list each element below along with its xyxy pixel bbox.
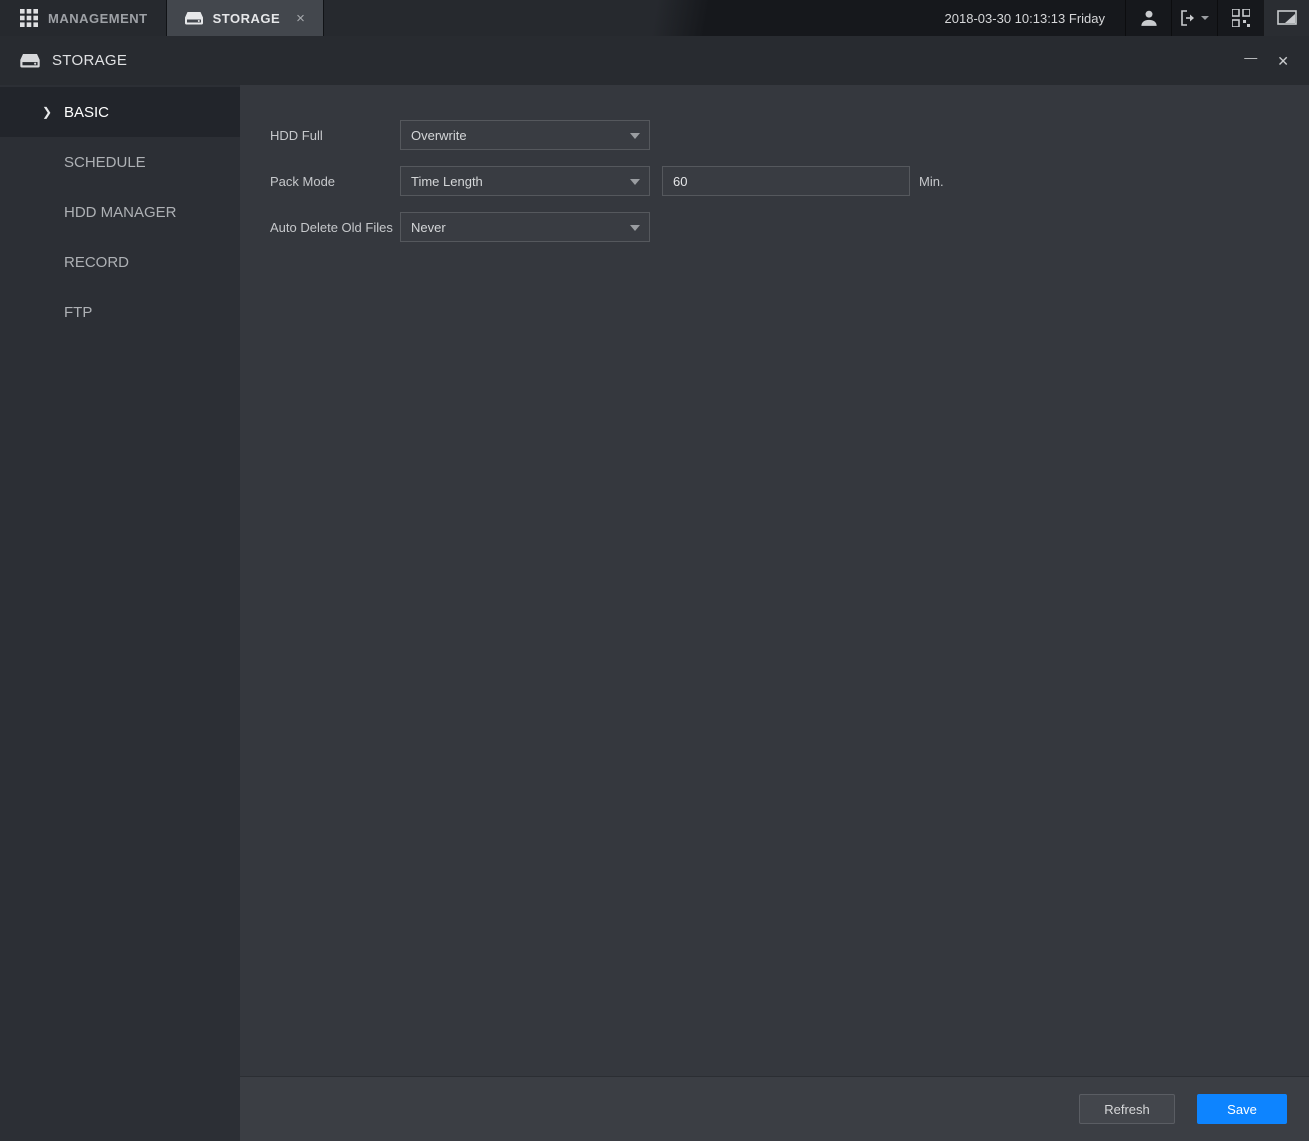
user-icon	[1140, 9, 1158, 27]
window-titlebar: STORAGE — ✕	[0, 36, 1309, 85]
sidebar-item-label: RECORD	[64, 254, 129, 271]
sidebar-item-label: HDD MANAGER	[64, 204, 177, 221]
storage-window-icon	[20, 54, 40, 68]
pack-length-input[interactable]	[662, 166, 910, 196]
footer-bar: Refresh Save	[240, 1076, 1309, 1141]
display-settings-button[interactable]	[1263, 0, 1309, 36]
storage-drive-icon	[185, 12, 203, 25]
minimize-icon[interactable]: —	[1244, 51, 1257, 64]
sidebar-item-hdd-manager[interactable]: HDD MANAGER	[0, 187, 240, 237]
auto-delete-value: Never	[411, 220, 446, 235]
window-body: ❯ BASIC SCHEDULE HDD MANAGER RECORD FTP …	[0, 85, 1309, 1141]
system-datetime: 2018-03-30 10:13:13 Friday	[925, 11, 1125, 26]
qr-code-icon	[1232, 9, 1250, 27]
sidebar-item-ftp[interactable]: FTP	[0, 287, 240, 337]
hdd-full-label: HDD Full	[270, 128, 400, 143]
chevron-down-icon	[630, 133, 640, 139]
topbar-right: 2018-03-30 10:13:13 Friday	[925, 0, 1309, 36]
sidebar-item-basic[interactable]: ❯ BASIC	[0, 87, 240, 137]
active-arrow-icon: ❯	[42, 105, 52, 119]
auto-delete-dropdown[interactable]: Never	[400, 212, 650, 242]
pack-length-unit: Min.	[919, 174, 944, 189]
system-topbar: MANAGEMENT STORAGE × 2018-03-30 10:13:13…	[0, 0, 1309, 36]
qr-code-button[interactable]	[1217, 0, 1263, 36]
close-icon[interactable]: ✕	[1277, 54, 1289, 68]
sidebar-item-label: BASIC	[64, 104, 109, 121]
sidebar-item-label: FTP	[64, 304, 92, 321]
main-panel: HDD Full Overwrite Pack Mode Time Length…	[240, 85, 1309, 1141]
sidebar: ❯ BASIC SCHEDULE HDD MANAGER RECORD FTP	[0, 85, 240, 1141]
logout-icon	[1180, 10, 1198, 26]
auto-delete-label: Auto Delete Old Files	[270, 220, 400, 235]
window-controls: — ✕	[1244, 54, 1289, 68]
user-account-button[interactable]	[1125, 0, 1171, 36]
basic-storage-form: HDD Full Overwrite Pack Mode Time Length…	[240, 85, 1309, 242]
pack-mode-dropdown[interactable]: Time Length	[400, 166, 650, 196]
chevron-down-icon	[630, 225, 640, 231]
refresh-button[interactable]: Refresh	[1079, 1094, 1175, 1124]
auto-delete-row: Auto Delete Old Files Never	[270, 212, 1309, 242]
display-icon	[1277, 10, 1297, 26]
chevron-down-icon	[630, 179, 640, 185]
tab-close-icon[interactable]: ×	[296, 11, 305, 26]
tab-storage-label: STORAGE	[213, 11, 281, 26]
logout-dropdown-caret-icon	[1201, 16, 1209, 20]
hdd-full-row: HDD Full Overwrite	[270, 120, 1309, 150]
grid-menu-icon	[20, 9, 38, 27]
window-title: STORAGE	[52, 52, 127, 69]
tab-storage[interactable]: STORAGE ×	[166, 0, 325, 36]
sidebar-item-label: SCHEDULE	[64, 154, 146, 171]
save-button[interactable]: Save	[1197, 1094, 1287, 1124]
hdd-full-dropdown[interactable]: Overwrite	[400, 120, 650, 150]
pack-mode-label: Pack Mode	[270, 174, 400, 189]
tab-management[interactable]: MANAGEMENT	[0, 0, 166, 36]
pack-mode-row: Pack Mode Time Length Min.	[270, 166, 1309, 196]
logout-button[interactable]	[1171, 0, 1217, 36]
sidebar-item-schedule[interactable]: SCHEDULE	[0, 137, 240, 187]
hdd-full-value: Overwrite	[411, 128, 467, 143]
pack-mode-value: Time Length	[411, 174, 483, 189]
sidebar-item-record[interactable]: RECORD	[0, 237, 240, 287]
tab-management-label: MANAGEMENT	[48, 11, 148, 26]
